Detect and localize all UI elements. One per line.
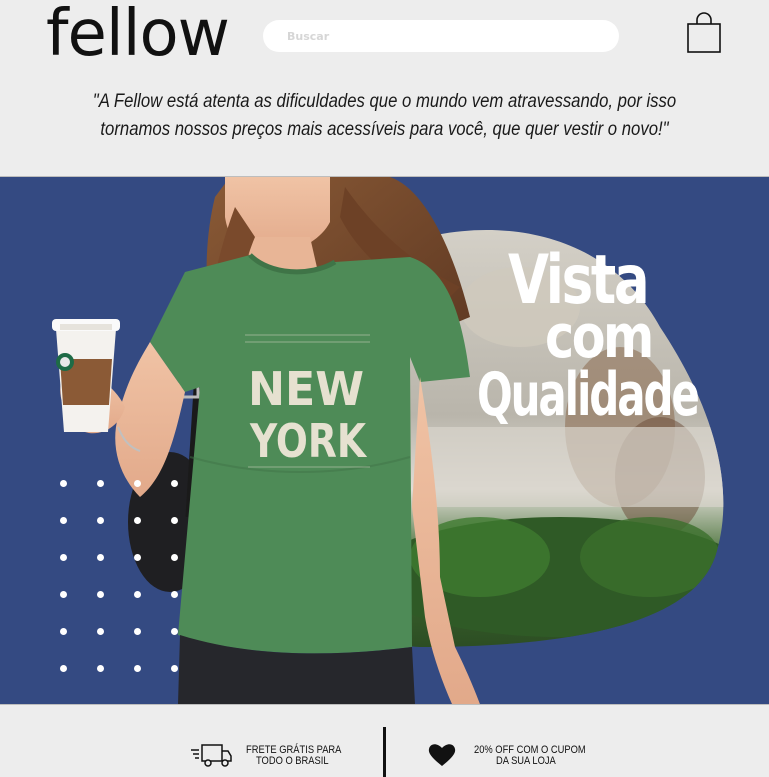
- dot-pattern: [60, 480, 190, 680]
- shopping-bag-icon[interactable]: [686, 12, 722, 54]
- fellow-logo[interactable]: fellow: [46, 0, 230, 74]
- hero-headline-line-2: com: [545, 302, 654, 372]
- truck-icon: [191, 744, 232, 767]
- feature-free-shipping: FRETE GRÁTIS PARA TODO O BRASIL: [190, 705, 360, 767]
- shirt-print: NEW YORK: [248, 362, 368, 467]
- promo-quote: "A Fellow está atenta as dificuldades qu…: [92, 91, 677, 140]
- search-input[interactable]: [263, 20, 619, 52]
- hero-banner[interactable]: Vista com Qualidade NEW YORK: [0, 177, 769, 704]
- features-divider: [383, 727, 386, 777]
- hero-headline-line-3: Qualidade: [477, 360, 700, 430]
- shirt-print-line-2: YORK: [249, 414, 368, 467]
- shirt-print-line-1: NEW: [248, 362, 364, 416]
- feature-coupon-line-2: DA SUA LOJA: [496, 755, 556, 767]
- feature-coupon: 20% OFF COM O CUPOM DA SUA LOJA: [428, 705, 598, 767]
- site-header: fellow "A Fellow está atenta as dificuld…: [0, 0, 769, 176]
- feature-shipping-line-2: TODO O BRASIL: [256, 755, 329, 767]
- heart-icon: [428, 744, 456, 766]
- features-bar: FRETE GRÁTIS PARA TODO O BRASIL 20% OFF …: [0, 704, 769, 777]
